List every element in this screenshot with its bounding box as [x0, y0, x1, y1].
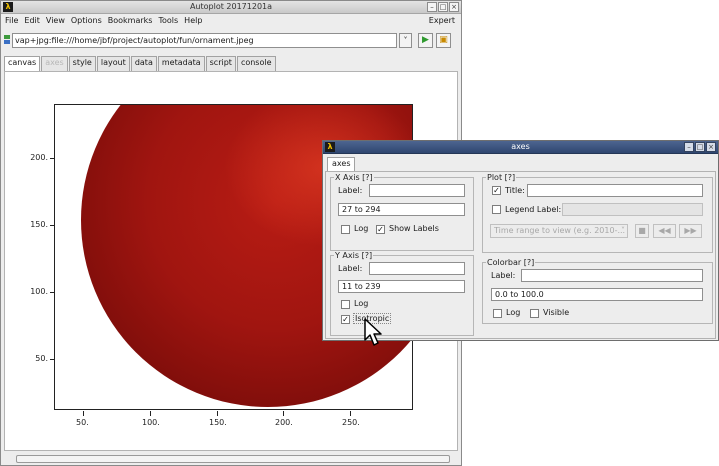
minimize-button[interactable]: – [684, 142, 694, 152]
tab-style[interactable]: style [68, 56, 96, 71]
y-log-checkbox[interactable] [341, 300, 350, 309]
colorbar-visible-label: Visible [543, 308, 570, 317]
legend-label-checkbox[interactable] [492, 205, 501, 214]
colorbar-legend[interactable]: Colorbar [?] [486, 258, 535, 267]
x-log-checkbox[interactable] [341, 225, 350, 234]
menu-tools[interactable]: Tools [158, 16, 178, 25]
title-checkbox[interactable]: ✓ [492, 186, 501, 195]
isotropic-checkbox[interactable]: ✓ [341, 315, 350, 324]
x-tick-mark [350, 411, 351, 416]
colorbar-visible-checkbox[interactable] [530, 309, 539, 318]
legend-label-caption: Legend Label: [505, 205, 562, 214]
title-caption: Title: [505, 186, 525, 195]
time-range-combo[interactable]: Time range to view (e.g. 2010-... ˅ [490, 224, 628, 238]
tab-metadata[interactable]: metadata [157, 56, 205, 71]
x-tick-mark [283, 411, 284, 416]
show-labels-checkbox[interactable]: ✓ [376, 225, 385, 234]
menu-edit[interactable]: Edit [24, 16, 40, 25]
tab-layout[interactable]: layout [96, 56, 130, 71]
chevron-down-icon[interactable]: ˅ [399, 33, 412, 48]
tab-script[interactable]: script [205, 56, 236, 71]
x-log-label: Log [354, 224, 369, 233]
x-axis-legend[interactable]: X Axis [?] [334, 173, 374, 182]
axes-panel: X Axis [?] Label: 27 to 294 Log ✓ Show L… [325, 171, 716, 339]
y-axis-range-field[interactable]: 11 to 239 [338, 280, 465, 293]
x-tick-label: 200. [275, 418, 293, 427]
main-titlebar[interactable]: λ Autoplot 20171201a – □ × [1, 1, 461, 14]
x-axis-range-field[interactable]: 27 to 294 [338, 203, 465, 216]
y-axis-legend[interactable]: Y Axis [?] [334, 251, 373, 260]
show-labels-label: Show Labels [389, 224, 439, 233]
menubar: File Edit View Options Bookmarks Tools H… [1, 14, 461, 27]
y-tick-label: 50. [35, 354, 48, 363]
y-tick-mark [50, 158, 54, 159]
menu-file[interactable]: File [5, 16, 18, 25]
address-bar: vap+jpg:file:///home/jbf/project/autoplo… [1, 32, 461, 48]
colorbar-log-checkbox[interactable] [493, 309, 502, 318]
y-tick-label: 200. [30, 153, 48, 162]
x-tick-mark [217, 411, 218, 416]
y-tick-mark [50, 359, 54, 360]
x-label-caption: Label: [338, 186, 363, 195]
window-title: Autoplot 20171201a [189, 2, 273, 11]
legend-label-field[interactable] [562, 203, 703, 216]
minimize-button[interactable]: – [427, 2, 437, 12]
colorbar-label-field[interactable] [521, 269, 703, 282]
dialog-title: axes [511, 142, 530, 151]
tab-canvas[interactable]: canvas [4, 56, 41, 72]
tab-axes-dialog[interactable]: axes [327, 157, 356, 171]
x-axis-label-field[interactable] [369, 184, 465, 197]
menu-options[interactable]: Options [71, 16, 102, 25]
maximize-button[interactable]: □ [438, 2, 448, 12]
tab-console[interactable]: console [236, 56, 276, 71]
y-tick-label: 100. [30, 287, 48, 296]
close-button[interactable]: × [706, 142, 716, 152]
colorbar-log-label: Log [506, 308, 521, 317]
menu-help[interactable]: Help [184, 16, 202, 25]
time-range-placeholder: Time range to view (e.g. 2010-... [494, 226, 626, 235]
x-tick-mark [83, 411, 84, 416]
axes-dialog: λ axes – □ × axes X Axis [?] Label: 27 t… [322, 140, 719, 341]
y-label-caption: Label: [338, 264, 363, 273]
folder-icon[interactable]: ▣ [436, 33, 451, 48]
close-button[interactable]: × [449, 2, 459, 12]
colorbar-label-caption: Label: [491, 271, 516, 280]
tab-data[interactable]: data [130, 56, 157, 71]
x-tick-label: 100. [142, 418, 160, 427]
menu-bookmarks[interactable]: Bookmarks [108, 16, 153, 25]
y-tick-mark [50, 225, 54, 226]
menu-expert[interactable]: Expert [429, 16, 455, 25]
mouse-pointer-icon [364, 318, 382, 346]
x-tick-label: 250. [342, 418, 360, 427]
y-axis-label-field[interactable] [369, 262, 465, 275]
url-input[interactable]: vap+jpg:file:///home/jbf/project/autoplo… [12, 33, 397, 48]
y-log-label: Log [354, 299, 369, 308]
x-tick-label: 150. [209, 418, 227, 427]
x-tick-mark [150, 411, 151, 416]
next-interval-button[interactable]: ▶▶ [679, 224, 702, 238]
axes-titlebar[interactable]: λ axes – □ × [323, 141, 718, 154]
stop-icon[interactable]: ■ [635, 224, 649, 238]
horizontal-scrollbar[interactable] [16, 455, 450, 463]
y-tick-label: 150. [30, 220, 48, 229]
play-icon[interactable]: ▶ [418, 33, 433, 48]
plot-title-field[interactable] [527, 184, 703, 197]
tab-bar: canvas axes style layout data metadata s… [4, 56, 277, 72]
chevron-down-icon: ˅ [621, 226, 625, 235]
menu-view[interactable]: View [46, 16, 65, 25]
data-source-icon [4, 35, 10, 45]
previous-interval-button[interactable]: ◀◀ [653, 224, 676, 238]
plot-legend[interactable]: Plot [?] [486, 173, 516, 182]
x-tick-label: 50. [76, 418, 89, 427]
tab-axes[interactable]: axes [41, 56, 68, 71]
y-tick-mark [50, 292, 54, 293]
colorbar-range-field[interactable]: 0.0 to 100.0 [491, 288, 703, 301]
maximize-button[interactable]: □ [695, 142, 705, 152]
